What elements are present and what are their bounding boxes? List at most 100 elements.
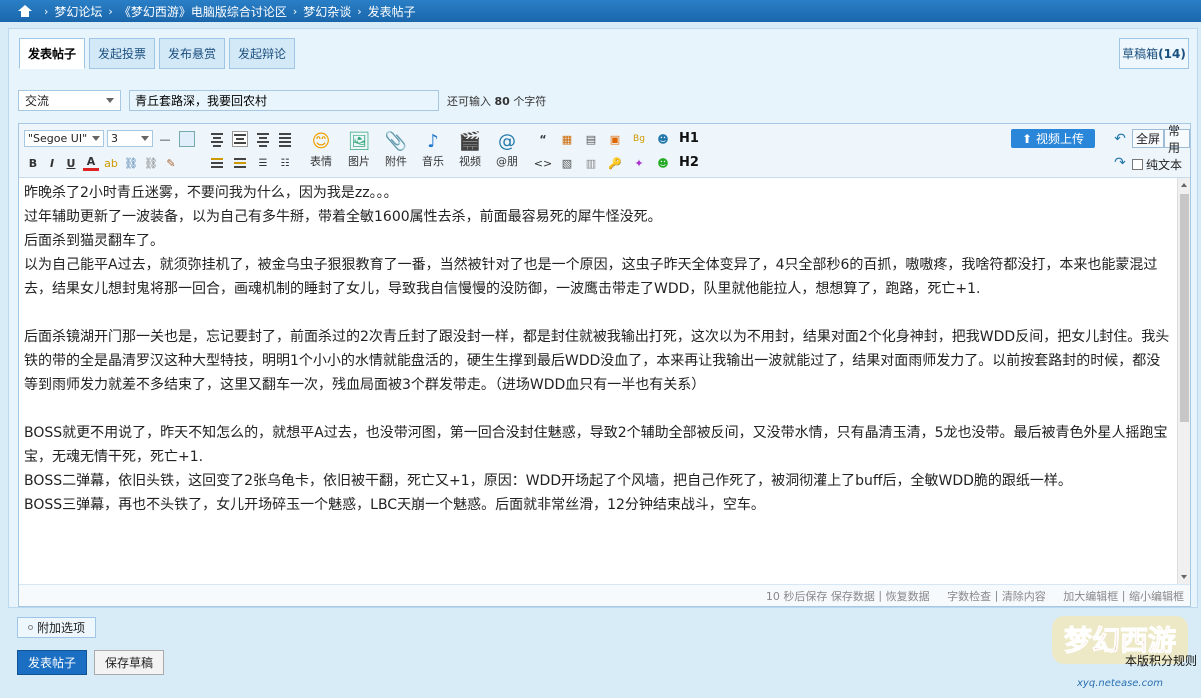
video-button[interactable]: 🎬 视频 xyxy=(455,129,485,169)
float-left-icon[interactable] xyxy=(209,155,225,171)
horizontal-rule-icon[interactable]: — xyxy=(157,131,173,147)
heading1-button[interactable]: H1 xyxy=(679,131,699,146)
logo-url: xyq.netease.com xyxy=(1076,678,1163,689)
unordered-list-icon[interactable]: ☷ xyxy=(277,155,293,171)
link-icon[interactable]: ⛓ xyxy=(123,155,139,171)
unlink-icon[interactable]: ⛓ xyxy=(143,155,159,171)
draft-count: (14) xyxy=(1158,46,1186,61)
ordered-list-icon[interactable]: ☰ xyxy=(255,155,271,171)
game-logo: 梦幻西游 xyq.netease.com xyxy=(1052,616,1188,689)
table-icon[interactable] xyxy=(179,131,195,147)
editor-statusbar: 10 秒后保存 保存数据 | 恢复数据 字数检查 | 清除内容 加大编辑框 | … xyxy=(19,584,1190,606)
checkbox[interactable] xyxy=(1132,159,1143,170)
tab-reward[interactable]: 发布悬赏 xyxy=(159,38,226,69)
redo-icon[interactable]: ↷ xyxy=(1112,155,1128,171)
points-rule-link[interactable]: 本版积分规则 xyxy=(1125,652,1197,669)
align-right-icon[interactable] xyxy=(255,132,271,148)
hide-icon[interactable]: ▤ xyxy=(583,131,599,147)
post-panel: 发表帖子 发起投票 发布悬赏 发起辩论 草稿箱(14) 交流 还可输入 80 个… xyxy=(8,28,1198,608)
underline-icon[interactable]: U xyxy=(63,155,79,171)
extra-options-button[interactable]: 附加选项 xyxy=(17,617,96,638)
draft-label: 草稿箱 xyxy=(1122,47,1159,61)
content-line: BOSS二弹幕，依旧头铁，这回变了2张乌龟卡，依旧被干翻，死亡又+1，原因：WD… xyxy=(24,473,1072,489)
save-draft-button[interactable]: 保存草稿 xyxy=(94,650,164,675)
image-icon: 🖼 xyxy=(347,130,371,152)
tab-poll[interactable]: 发起投票 xyxy=(89,38,156,69)
breadcrumb: › 梦幻论坛 › 《梦幻西游》电脑版综合讨论区 › 梦幻杂谈 › 发表帖子 xyxy=(0,0,1201,22)
word-check-link[interactable]: 字数检查 xyxy=(947,588,991,604)
char-remaining-count: 80 xyxy=(494,94,510,108)
shrink-editor-link[interactable]: 缩小编辑框 xyxy=(1129,588,1184,604)
draft-box-button[interactable]: 草稿箱 (14) xyxy=(1119,38,1189,69)
justify-icon[interactable] xyxy=(277,132,293,148)
paperclip-icon: 📎 xyxy=(384,130,408,152)
align-left-icon[interactable] xyxy=(209,132,225,148)
autosave-countdown: 10 秒后保存 xyxy=(765,589,828,603)
post-submit-button[interactable]: 发表帖子 xyxy=(17,650,87,675)
plaintext-toggle[interactable]: 纯文本 xyxy=(1132,156,1182,173)
highlight-icon[interactable]: ab xyxy=(103,155,119,171)
key-icon[interactable]: 🔑 xyxy=(607,155,623,171)
title-input[interactable] xyxy=(129,90,439,111)
ghost-blue-icon[interactable]: ☻ xyxy=(655,131,671,147)
content-line: 后面杀到猫灵翻车了。 xyxy=(24,233,164,249)
emoji-button[interactable]: 😊 表情 xyxy=(306,129,336,169)
page-icon[interactable]: ▧ xyxy=(559,155,575,171)
scroll-thumb[interactable] xyxy=(1180,194,1189,422)
ghost-green-icon[interactable]: ☻ xyxy=(655,155,671,171)
upload-icon: ⬆ xyxy=(1021,131,1033,146)
video-upload-button[interactable]: ⬆ 视频上传 xyxy=(1011,129,1095,148)
editor-content[interactable]: 昨晚杀了2小时青丘迷雾，不要问我为什么，因为我是zz。。。 过年辅助更新了一波装… xyxy=(19,178,1177,584)
magic-icon[interactable]: ✦ xyxy=(631,155,647,171)
attach-button[interactable]: 📎 附件 xyxy=(381,129,411,169)
quote-icon[interactable]: “ xyxy=(535,131,551,147)
tab-debate[interactable]: 发起辩论 xyxy=(229,38,296,69)
breadcrumb-current: 发表帖子 xyxy=(367,4,416,19)
fullscreen-button[interactable]: 全屏 xyxy=(1132,129,1165,148)
align-center-icon[interactable] xyxy=(232,131,248,147)
category-value: 交流 xyxy=(25,94,50,108)
content-line: BOSS就更不用说了，昨天不知怎么的，就想平A过去，也没带河图，第一回合没封住魅… xyxy=(24,425,1168,465)
tab-post[interactable]: 发表帖子 xyxy=(19,38,86,69)
content-blank-line xyxy=(24,301,1172,325)
text-color-icon[interactable]: A xyxy=(83,155,99,171)
smiley-icon: 😊 xyxy=(311,130,331,152)
scroll-up-icon[interactable] xyxy=(1181,183,1187,187)
restore-data-link[interactable]: 恢复数据 xyxy=(886,588,930,604)
clear-content-link[interactable]: 清除内容 xyxy=(1002,588,1046,604)
free-icon[interactable]: ▦ xyxy=(559,131,575,147)
flash-icon[interactable]: ▥ xyxy=(583,155,599,171)
editor-toolbar: "Segoe UI" 3 — B I U A ab ⛓ ⛓ ✎ ☰ ☷ 😊 表情 … xyxy=(19,124,1190,178)
scroll-down-icon[interactable] xyxy=(1181,575,1187,579)
heading2-button[interactable]: H2 xyxy=(679,155,699,170)
image-button[interactable]: 🖼 图片 xyxy=(344,129,374,169)
content-line: BOSS三弹幕，再也不头铁了，女儿开场碎玉一个魅惑，LBC天崩一个魅惑。后面就非… xyxy=(24,497,765,513)
breadcrumb-forum[interactable]: 梦幻论坛 xyxy=(54,3,102,20)
music-note-icon: ♪ xyxy=(427,130,439,152)
code-icon[interactable]: <> xyxy=(534,155,552,171)
save-data-link[interactable]: 保存数据 xyxy=(831,588,875,604)
breadcrumb-subboard[interactable]: 梦幻杂谈 xyxy=(303,3,351,20)
mention-button[interactable]: @ @朋 xyxy=(492,129,522,169)
italic-icon[interactable]: I xyxy=(44,155,60,171)
breadcrumb-board[interactable]: 《梦幻西游》电脑版综合讨论区 xyxy=(119,3,287,20)
music-button[interactable]: ♪ 音乐 xyxy=(418,129,448,169)
clear-format-icon[interactable]: ✎ xyxy=(163,155,179,171)
font-family-select[interactable]: "Segoe UI" xyxy=(24,130,104,147)
chevron-down-icon xyxy=(106,98,114,103)
bold-icon[interactable]: B xyxy=(25,155,41,171)
editor-scrollbar[interactable] xyxy=(1177,178,1190,584)
sale-icon[interactable]: ▣ xyxy=(607,131,623,147)
background-icon[interactable]: Bg xyxy=(631,131,647,147)
content-line: 过年辅助更新了一波装备，以为自己有多牛掰，带着全敏1600属性去杀，前面最容易死… xyxy=(24,209,662,225)
at-icon: @ xyxy=(498,130,516,152)
enlarge-editor-link[interactable]: 加大编辑框 xyxy=(1063,588,1118,604)
float-right-icon[interactable] xyxy=(232,155,248,171)
undo-icon[interactable]: ↶ xyxy=(1112,131,1128,147)
circle-icon xyxy=(27,625,33,630)
home-icon[interactable] xyxy=(18,5,32,17)
category-select[interactable]: 交流 xyxy=(18,90,121,111)
common-button[interactable]: 常用 xyxy=(1164,124,1190,155)
film-icon: 🎬 xyxy=(458,130,482,152)
font-size-select[interactable]: 3 xyxy=(107,130,153,147)
